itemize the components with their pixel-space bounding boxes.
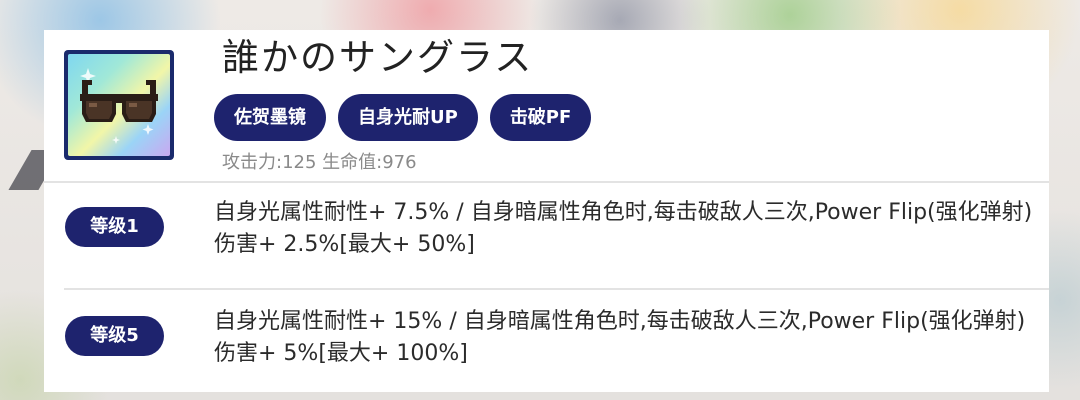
level-badge: 等级5 [65,316,164,356]
level-divider [64,288,1049,290]
tag-chip[interactable]: 佐贺墨镜 [214,94,326,141]
item-title: 誰かのサングラス [222,36,534,79]
tag-chip[interactable]: 击破PF [489,94,592,141]
equipment-header: 誰かのサングラス 佐贺墨镜 自身光耐UP 击破PF 攻击力:125 生命值:97… [44,30,1049,181]
level-badge: 等级1 [65,207,164,247]
item-icon-background [68,54,170,156]
equipment-detail-card: 誰かのサングラス 佐贺墨镜 自身光耐UP 击破PF 攻击力:125 生命值:97… [44,30,1049,392]
sunglasses-image [80,68,158,144]
level-description: 自身光属性耐性+ 7.5% / 自身暗属性角色时,每击破敌人三次,Power F… [214,200,1033,257]
tag-list: 佐贺墨镜 自身光耐UP 击破PF [214,94,592,141]
item-stats: 攻击力:125 生命值:976 [222,152,417,173]
sunglasses-icon [64,50,174,160]
tag-chip[interactable]: 自身光耐UP [338,94,478,141]
header-divider [44,181,1049,183]
level-description: 自身光属性耐性+ 15% / 自身暗属性角色时,每击破敌人三次,Power Fl… [214,309,1026,366]
